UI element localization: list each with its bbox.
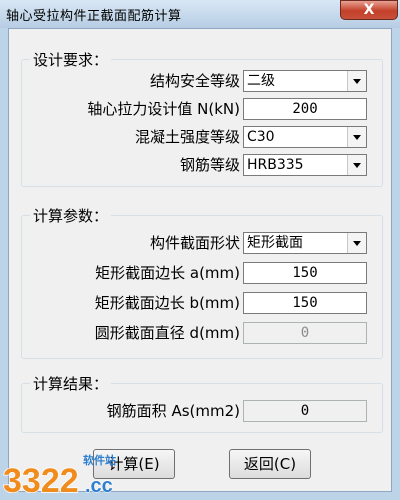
rect-side-a-label: 矩形截面边长 a(mm) — [95, 264, 240, 282]
chevron-down-icon[interactable] — [347, 127, 366, 147]
chevron-down-icon[interactable] — [347, 71, 366, 91]
chevron-down-icon[interactable] — [347, 155, 366, 175]
rebar-area-label: 钢筋面积 As(mm2) — [106, 402, 240, 420]
safety-level-select[interactable]: 二级 — [243, 70, 367, 92]
close-icon: X — [363, 2, 375, 18]
window-title: 轴心受拉构件正截面配筋计算 — [6, 9, 182, 24]
concrete-grade-label: 混凝土强度等级 — [134, 128, 240, 146]
circle-diameter-input: 0 — [243, 322, 367, 344]
circle-diameter-label: 圆形截面直径 d(mm) — [94, 324, 240, 342]
calc-params-title: 计算参数： — [30, 205, 112, 226]
rebar-grade-label: 钢筋等级 — [179, 156, 240, 174]
rect-side-b-input[interactable]: 150 — [243, 292, 367, 314]
back-button[interactable]: 返回(C) — [229, 449, 311, 479]
rebar-grade-value: HRB335 — [247, 157, 304, 173]
design-requirements-title: 设计要求： — [30, 49, 112, 70]
safety-level-label: 结构安全等级 — [149, 72, 240, 90]
close-button[interactable]: X — [340, 0, 398, 20]
design-requirements-group: 设计要求： 结构安全等级 二级 轴心拉力设计值 N(kN) 200 混凝土强度等… — [21, 49, 383, 187]
safety-level-value: 二级 — [247, 73, 275, 89]
site-logo-watermark: 3322 软件站 .cc — [2, 453, 116, 500]
section-shape-value: 矩形截面 — [247, 235, 303, 251]
section-shape-select[interactable]: 矩形截面 — [243, 232, 367, 254]
dialog-client: 设计要求： 结构安全等级 二级 轴心拉力设计值 N(kN) 200 混凝土强度等… — [8, 28, 392, 492]
rebar-grade-select[interactable]: HRB335 — [243, 154, 367, 176]
concrete-grade-value: C30 — [247, 129, 275, 145]
rect-side-a-input[interactable]: 150 — [243, 262, 367, 284]
tension-force-input[interactable]: 200 — [243, 98, 367, 120]
title-bar: 轴心受拉构件正截面配筋计算 X — [0, 0, 400, 28]
concrete-grade-select[interactable]: C30 — [243, 126, 367, 148]
tension-force-label: 轴心拉力设计值 N(kN) — [87, 100, 240, 118]
watermark-site: 软件站 — [83, 453, 116, 467]
watermark-domain: .cc — [85, 475, 113, 497]
calc-params-group: 计算参数： 构件截面形状 矩形截面 矩形截面边长 a(mm) 150 矩形截面边… — [21, 205, 383, 359]
calc-result-title: 计算结果： — [30, 373, 112, 394]
watermark-number: 3322 — [3, 462, 79, 500]
rect-side-b-label: 矩形截面边长 b(mm) — [94, 294, 240, 312]
chevron-down-icon[interactable] — [347, 233, 366, 253]
rebar-area-output: 0 — [243, 400, 367, 422]
section-shape-label: 构件截面形状 — [149, 234, 240, 252]
calc-result-group: 计算结果： 钢筋面积 As(mm2) 0 — [21, 373, 383, 433]
